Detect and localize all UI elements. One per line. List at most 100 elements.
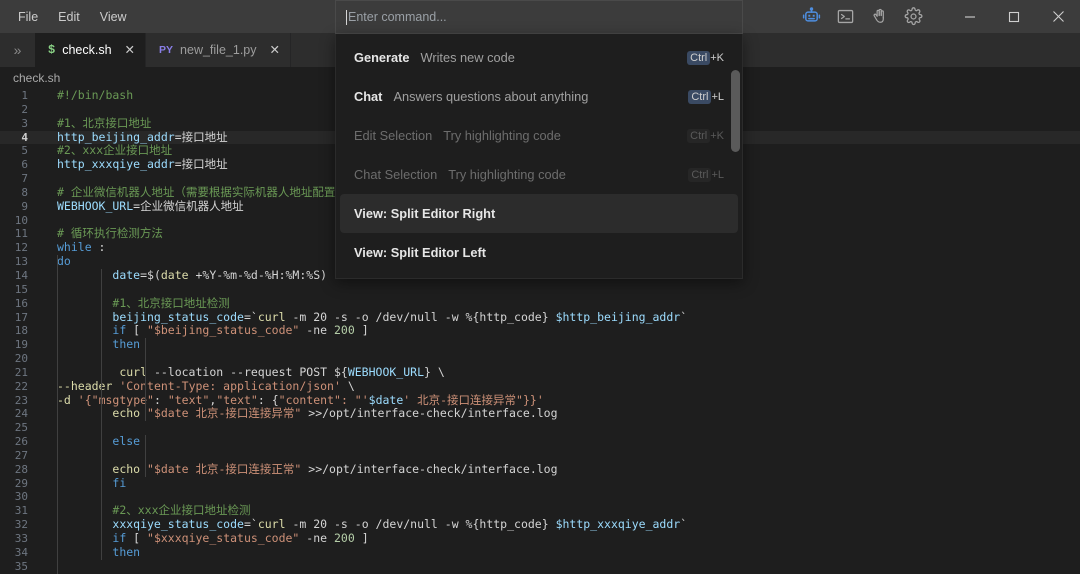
indent-guide [101,435,102,449]
code-line[interactable]: 28 echo "$date 北京-接口连接正常" >>/opt/interfa… [0,461,1080,477]
indent-guide [57,421,58,436]
code-token: --header [57,378,113,393]
code-line[interactable]: 30 [0,490,1080,505]
app-window: File Edit View » $ check.sh ✕ PY new_fil… [0,0,1080,574]
code-line-text: if [ "$beijing_status_code" -ne 200 ] [44,323,368,338]
code-token: -m [285,517,314,532]
indent-guide [101,407,102,422]
code-line-text [44,490,57,504]
code-token: date [112,267,141,282]
indent-guide [57,532,58,546]
code-line[interactable]: 23 -d '{"msgtype": "text","text": {"conte… [0,392,1080,408]
command-input[interactable] [348,10,732,24]
code-line[interactable]: 32 xxxqiye_status_code=`curl -m 20 -s -o… [0,517,1080,532]
command-item-title: Chat [354,89,383,104]
code-token: #1、北京接口地址检测 [112,295,230,310]
code-line[interactable]: 18 if [ "$beijing_status_code" -ne 200 ] [0,323,1080,339]
code-line-text: while : [44,240,105,255]
code-line-text: xxxqiye_status_code=`curl -m 20 -s -o /d… [44,517,687,532]
code-line[interactable]: 35 [0,559,1080,574]
command-item[interactable]: Chat Selection Try highlighting code Ctrl +… [340,155,738,194]
code-token: #2、xxx企业接口地址检测 [112,503,251,518]
tab-check-sh[interactable]: $ check.sh ✕ [35,33,147,67]
minimize-button[interactable] [948,0,992,33]
command-item[interactable]: Edit Selection Try highlighting code Ctrl +… [340,116,738,155]
code-token: ' 北京-接口连接异常"}}' [403,392,544,407]
command-input-row[interactable] [335,0,743,34]
indent-guide [101,448,102,463]
indent-guide [57,490,58,505]
code-token: WEBHOOK_URL [57,198,134,213]
line-number: 31 [14,504,28,518]
tab-close-icon[interactable]: ✕ [125,44,135,57]
code-line[interactable]: 29 fi [0,476,1080,491]
code-token: "text" [216,392,258,407]
code-token: "text" [167,392,210,407]
line-number: 26 [14,435,28,449]
command-item[interactable]: View: Split Editor Right [340,194,738,233]
command-item-title: Generate [354,50,410,65]
maximize-button[interactable] [992,0,1036,33]
line-number: 29 [14,476,28,490]
code-line[interactable]: 27 [0,448,1080,463]
shortcut-key: +K [710,51,724,64]
code-line[interactable]: 16 #1、北京接口地址检测 [0,295,1080,311]
close-button[interactable] [1036,0,1080,33]
terminal-icon[interactable] [828,0,862,33]
code-line-text [44,283,57,297]
code-line-text [44,560,57,574]
code-line[interactable]: 24 echo "$date 北京-接口连接异常" >>/opt/interfa… [0,406,1080,422]
command-list-scrollbar[interactable] [731,68,740,305]
tab-close-icon[interactable]: ✕ [270,44,280,57]
code-line[interactable]: 20 [0,352,1080,366]
code-line[interactable]: 26 else [0,434,1080,449]
indent-guide [101,462,102,477]
code-token: if [112,531,127,545]
indent-guide [145,393,146,408]
indent-guide [101,518,102,532]
line-number: 23 [14,393,28,407]
code-token: 200 [333,323,355,338]
command-item[interactable]: Generate Writes new code Ctrl +K [340,38,738,77]
code-line[interactable]: 15 [0,282,1080,297]
indent-guide [57,268,58,283]
line-number: 5 [21,144,28,158]
indent-guide [57,407,58,422]
menu-edit[interactable]: Edit [48,5,90,29]
code-line[interactable]: 33 if [ "$xxxqiye_status_code" -ne 200 ] [0,531,1080,546]
robot-icon[interactable] [794,0,828,33]
tab-overflow-icon[interactable]: » [0,33,35,67]
window-controls [948,0,1080,33]
command-list: Generate Writes new code Ctrl +K Chat Answers… [335,34,743,279]
tab-new-file-1-py[interactable]: PY new_file_1.py ✕ [146,33,291,67]
code-token: [ [126,323,148,338]
command-item-shortcut: Ctrl +K [687,128,724,143]
code-token: echo [112,461,141,476]
code-line[interactable]: 21 curl --location --request POST ${WEBH… [0,364,1080,380]
gear-icon[interactable] [896,0,930,33]
command-item-shortcut: Ctrl +K [687,50,724,65]
indent-guide [101,352,102,366]
code-line[interactable]: 31 #2、xxx企业接口地址检测 [0,503,1080,519]
indent-guide [101,490,102,505]
menu-file[interactable]: File [8,5,48,29]
code-token: ` [680,309,688,324]
code-token: --location --request [147,364,300,379]
command-item[interactable]: View: Split Editor Left [340,233,738,272]
code-line[interactable]: 22 --header 'Content-Type: application/js… [0,378,1080,394]
command-item[interactable]: Chat Answers questions about anything Ctrl… [340,77,738,116]
code-token: #!/bin/bash [57,89,134,102]
code-line[interactable]: 17 beijing_status_code=`curl -m 20 -s -o… [0,309,1080,325]
code-line[interactable]: 34 then [0,545,1080,560]
code-line[interactable]: 19 then [0,337,1080,353]
hand-wave-icon[interactable] [862,0,896,33]
code-line[interactable]: 25 [0,421,1080,436]
scrollbar-thumb[interactable] [731,70,740,152]
menu-view[interactable]: View [90,5,137,29]
